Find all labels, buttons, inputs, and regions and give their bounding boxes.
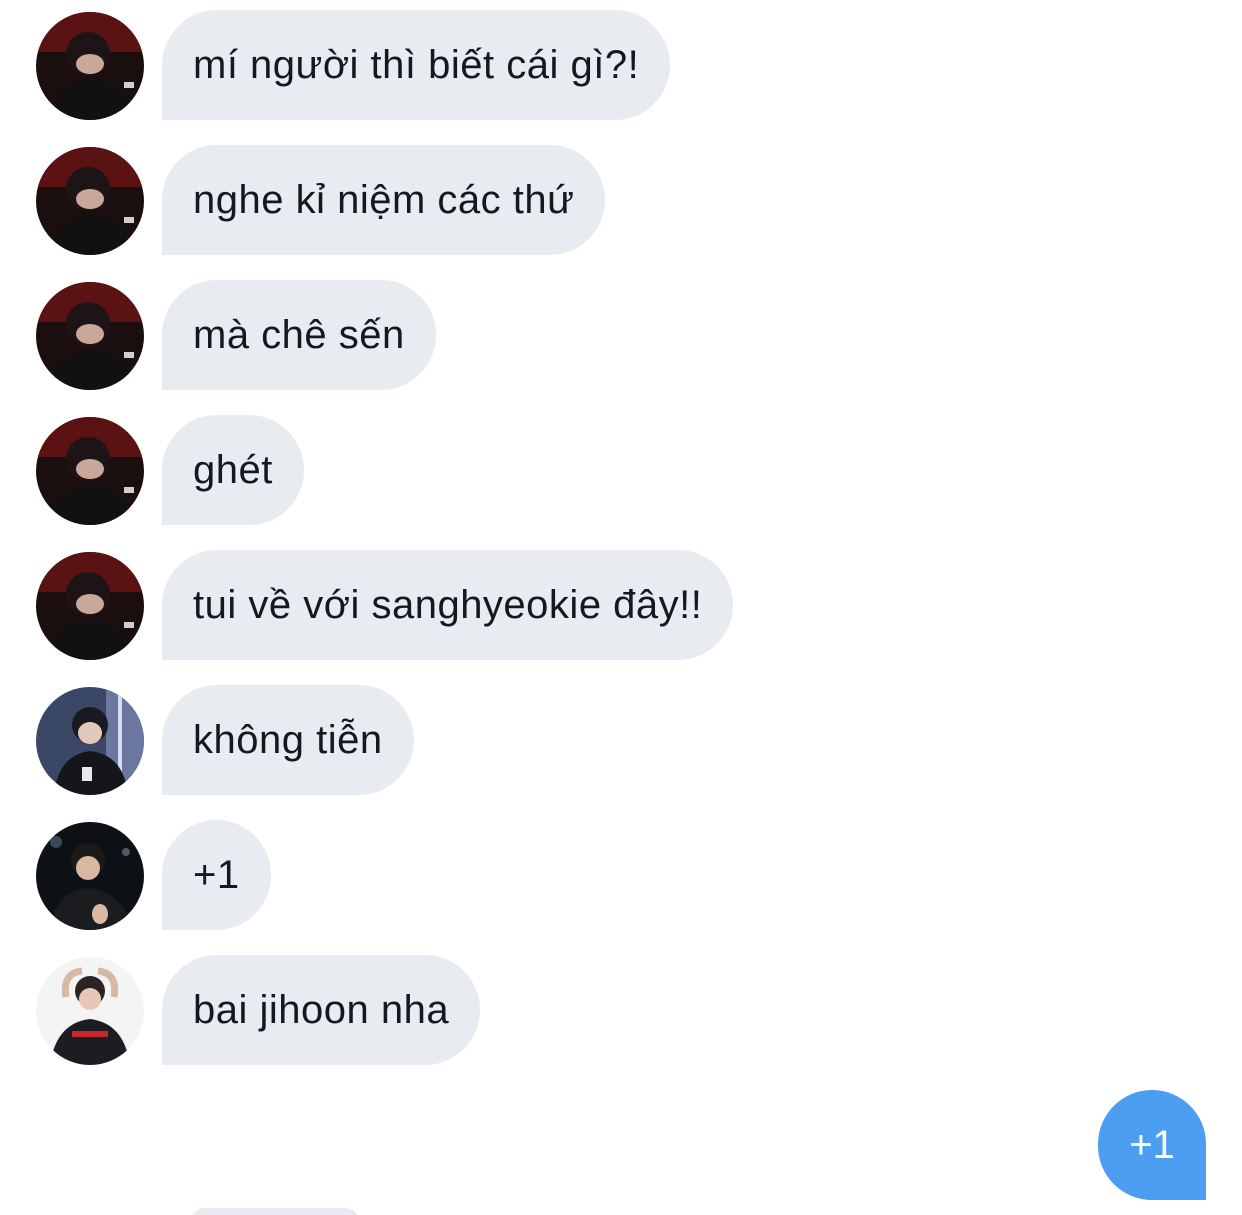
message-text: tui về với sanghyeokie đây!! (193, 582, 703, 627)
sender-avatar[interactable] (36, 957, 144, 1065)
message-text: mà chê sến (193, 312, 405, 357)
message-row: không tiễn (0, 685, 1242, 795)
sent-message-text: +1 (1129, 1122, 1175, 1167)
sender-avatar[interactable] (36, 417, 144, 525)
message-bubble[interactable]: bai jihoon nha (162, 955, 481, 1065)
sender-avatar[interactable] (36, 282, 144, 390)
avatar-1-image (36, 12, 144, 120)
avatar-4-image (36, 957, 144, 1065)
sender-avatar[interactable] (36, 12, 144, 120)
message-row: nghe kỉ niệm các thứ (0, 145, 1242, 255)
avatar-1-image (36, 417, 144, 525)
message-text: nghe kỉ niệm các thứ (193, 177, 575, 222)
message-bubble[interactable]: không tiễn (162, 685, 414, 795)
avatar-1-image (36, 282, 144, 390)
message-bubble[interactable]: tui về với sanghyeokie đây!! (162, 550, 734, 660)
message-bubble[interactable]: +1 (162, 820, 271, 930)
message-text: không tiễn (193, 717, 383, 762)
message-bubble[interactable]: nghe kỉ niệm các thứ (162, 145, 606, 255)
message-row: mí người thì biết cái gì?! (0, 10, 1242, 120)
chat-thread: mí người thì biết cái gì?! nghe kỉ niệm … (0, 0, 1242, 1215)
sender-avatar[interactable] (36, 687, 144, 795)
message-row: tui về với sanghyeokie đây!! (0, 550, 1242, 660)
avatar-3-image (36, 822, 144, 930)
message-row: bai jihoon nha (0, 955, 1242, 1065)
message-text: bai jihoon nha (193, 987, 450, 1032)
message-row: mà chê sến (0, 280, 1242, 390)
message-text: +1 (193, 852, 240, 897)
partial-message-bubble (190, 1208, 360, 1215)
avatar-1-image (36, 147, 144, 255)
sender-avatar[interactable] (36, 822, 144, 930)
sender-avatar[interactable] (36, 552, 144, 660)
sent-message-bubble[interactable]: +1 (1098, 1090, 1206, 1200)
message-bubble[interactable]: mà chê sến (162, 280, 436, 390)
avatar-1-image (36, 552, 144, 660)
message-bubble[interactable]: ghét (162, 415, 304, 525)
avatar-2-image (36, 687, 144, 795)
message-row: +1 (0, 820, 1242, 930)
message-row: ghét (0, 415, 1242, 525)
message-text: mí người thì biết cái gì?! (193, 42, 640, 87)
message-text: ghét (193, 447, 273, 492)
sender-avatar[interactable] (36, 147, 144, 255)
message-bubble[interactable]: mí người thì biết cái gì?! (162, 10, 671, 120)
